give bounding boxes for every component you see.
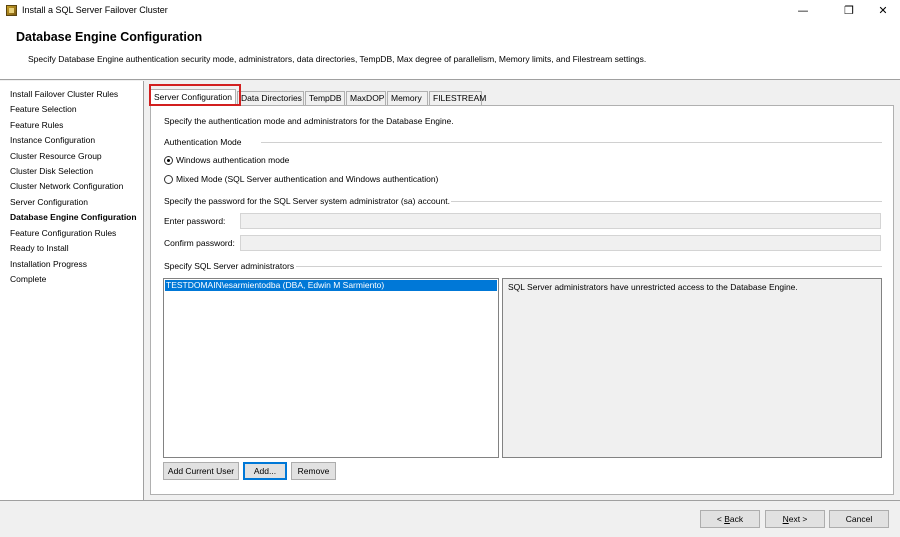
mixed-mode-radio[interactable] bbox=[164, 174, 173, 184]
panel-description: Specify the authentication mode and admi… bbox=[164, 116, 454, 126]
sidebar-item-cluster-resource-group[interactable]: Cluster Resource Group bbox=[10, 151, 102, 161]
window-title: Install a SQL Server Failover Cluster bbox=[22, 5, 168, 15]
next-button[interactable]: Next > bbox=[765, 510, 825, 528]
next-rest: ext > bbox=[788, 514, 808, 524]
add-button[interactable]: Add... bbox=[243, 462, 287, 480]
sidebar-item-instance-configuration[interactable]: Instance Configuration bbox=[10, 135, 95, 145]
windows-auth-option[interactable]: Windows authentication mode bbox=[164, 155, 289, 165]
sql-server-setup-icon bbox=[6, 5, 17, 16]
sidebar-item-cluster-disk-selection[interactable]: Cluster Disk Selection bbox=[10, 166, 93, 176]
mixed-mode-label: Mixed Mode (SQL Server authentication an… bbox=[176, 174, 439, 184]
sidebar-item-feature-rules[interactable]: Feature Rules bbox=[10, 120, 63, 130]
restore-button[interactable]: ❐ bbox=[832, 0, 866, 22]
tab-filestream[interactable]: FILESTREAM bbox=[429, 91, 486, 105]
windows-auth-radio[interactable] bbox=[164, 155, 173, 165]
sa-password-description: Specify the password for the SQL Server … bbox=[164, 196, 450, 206]
cancel-button[interactable]: Cancel bbox=[829, 510, 889, 528]
tab-tempdb[interactable]: TempDB bbox=[305, 91, 345, 105]
confirm-password-field[interactable] bbox=[240, 235, 881, 251]
administrators-info-text: SQL Server administrators have unrestric… bbox=[508, 282, 798, 292]
sidebar-item-install-failover-cluster-rules[interactable]: Install Failover Cluster Rules bbox=[10, 89, 118, 99]
tab-maxdop[interactable]: MaxDOP bbox=[346, 91, 386, 105]
title-bar: Install a SQL Server Failover Cluster — … bbox=[0, 0, 900, 22]
sidebar-item-ready-to-install[interactable]: Ready to Install bbox=[10, 243, 69, 253]
enter-password-field[interactable] bbox=[240, 213, 881, 229]
tab-server-configuration[interactable]: Server Configuration bbox=[150, 89, 236, 106]
admins-group-label: Specify SQL Server administrators bbox=[164, 261, 295, 271]
back-button[interactable]: < Back bbox=[700, 510, 760, 528]
tab-data-directories[interactable]: Data Directories bbox=[237, 91, 304, 105]
confirm-password-label: Confirm password: bbox=[164, 238, 235, 248]
enter-password-label: Enter password: bbox=[164, 216, 226, 226]
main-content: Server Configuration Data Directories Te… bbox=[145, 81, 900, 500]
group-divider bbox=[451, 201, 882, 202]
sidebar-item-database-engine-configuration[interactable]: Database Engine Configuration bbox=[10, 212, 137, 222]
sidebar-item-feature-configuration-rules[interactable]: Feature Configuration Rules bbox=[10, 228, 116, 238]
add-current-user-button[interactable]: Add Current User bbox=[163, 462, 239, 480]
group-divider bbox=[261, 142, 882, 143]
sidebar-item-complete[interactable]: Complete bbox=[10, 274, 46, 284]
sidebar-item-server-configuration[interactable]: Server Configuration bbox=[10, 197, 88, 207]
page-header: Database Engine Configuration Specify Da… bbox=[0, 22, 900, 80]
back-rest: ack bbox=[729, 514, 744, 524]
remove-button[interactable]: Remove bbox=[291, 462, 336, 480]
administrators-list[interactable]: TESTDOMAIN\esarmientodba (DBA, Edwin M S… bbox=[163, 278, 499, 458]
page-description: Specify Database Engine authentication s… bbox=[28, 54, 647, 64]
minimize-button[interactable]: — bbox=[786, 0, 820, 22]
sidebar-item-cluster-network-configuration[interactable]: Cluster Network Configuration bbox=[10, 181, 123, 191]
wizard-footer: < Back Next > Cancel bbox=[0, 500, 900, 537]
tab-memory[interactable]: Memory bbox=[387, 91, 428, 105]
steps-sidebar: Install Failover Cluster Rules Feature S… bbox=[0, 81, 144, 500]
authentication-mode-label: Authentication Mode bbox=[164, 137, 242, 147]
server-configuration-panel: Specify the authentication mode and admi… bbox=[150, 105, 894, 495]
sidebar-item-installation-progress[interactable]: Installation Progress bbox=[10, 259, 87, 269]
sidebar-item-feature-selection[interactable]: Feature Selection bbox=[10, 104, 77, 114]
close-button[interactable]: ✕ bbox=[866, 0, 900, 22]
administrators-info-box: SQL Server administrators have unrestric… bbox=[502, 278, 882, 458]
list-item[interactable]: TESTDOMAIN\esarmientodba (DBA, Edwin M S… bbox=[165, 280, 497, 291]
group-divider bbox=[296, 266, 882, 267]
mixed-mode-option[interactable]: Mixed Mode (SQL Server authentication an… bbox=[164, 174, 438, 184]
page-title: Database Engine Configuration bbox=[16, 30, 203, 44]
windows-auth-label: Windows authentication mode bbox=[176, 155, 290, 165]
